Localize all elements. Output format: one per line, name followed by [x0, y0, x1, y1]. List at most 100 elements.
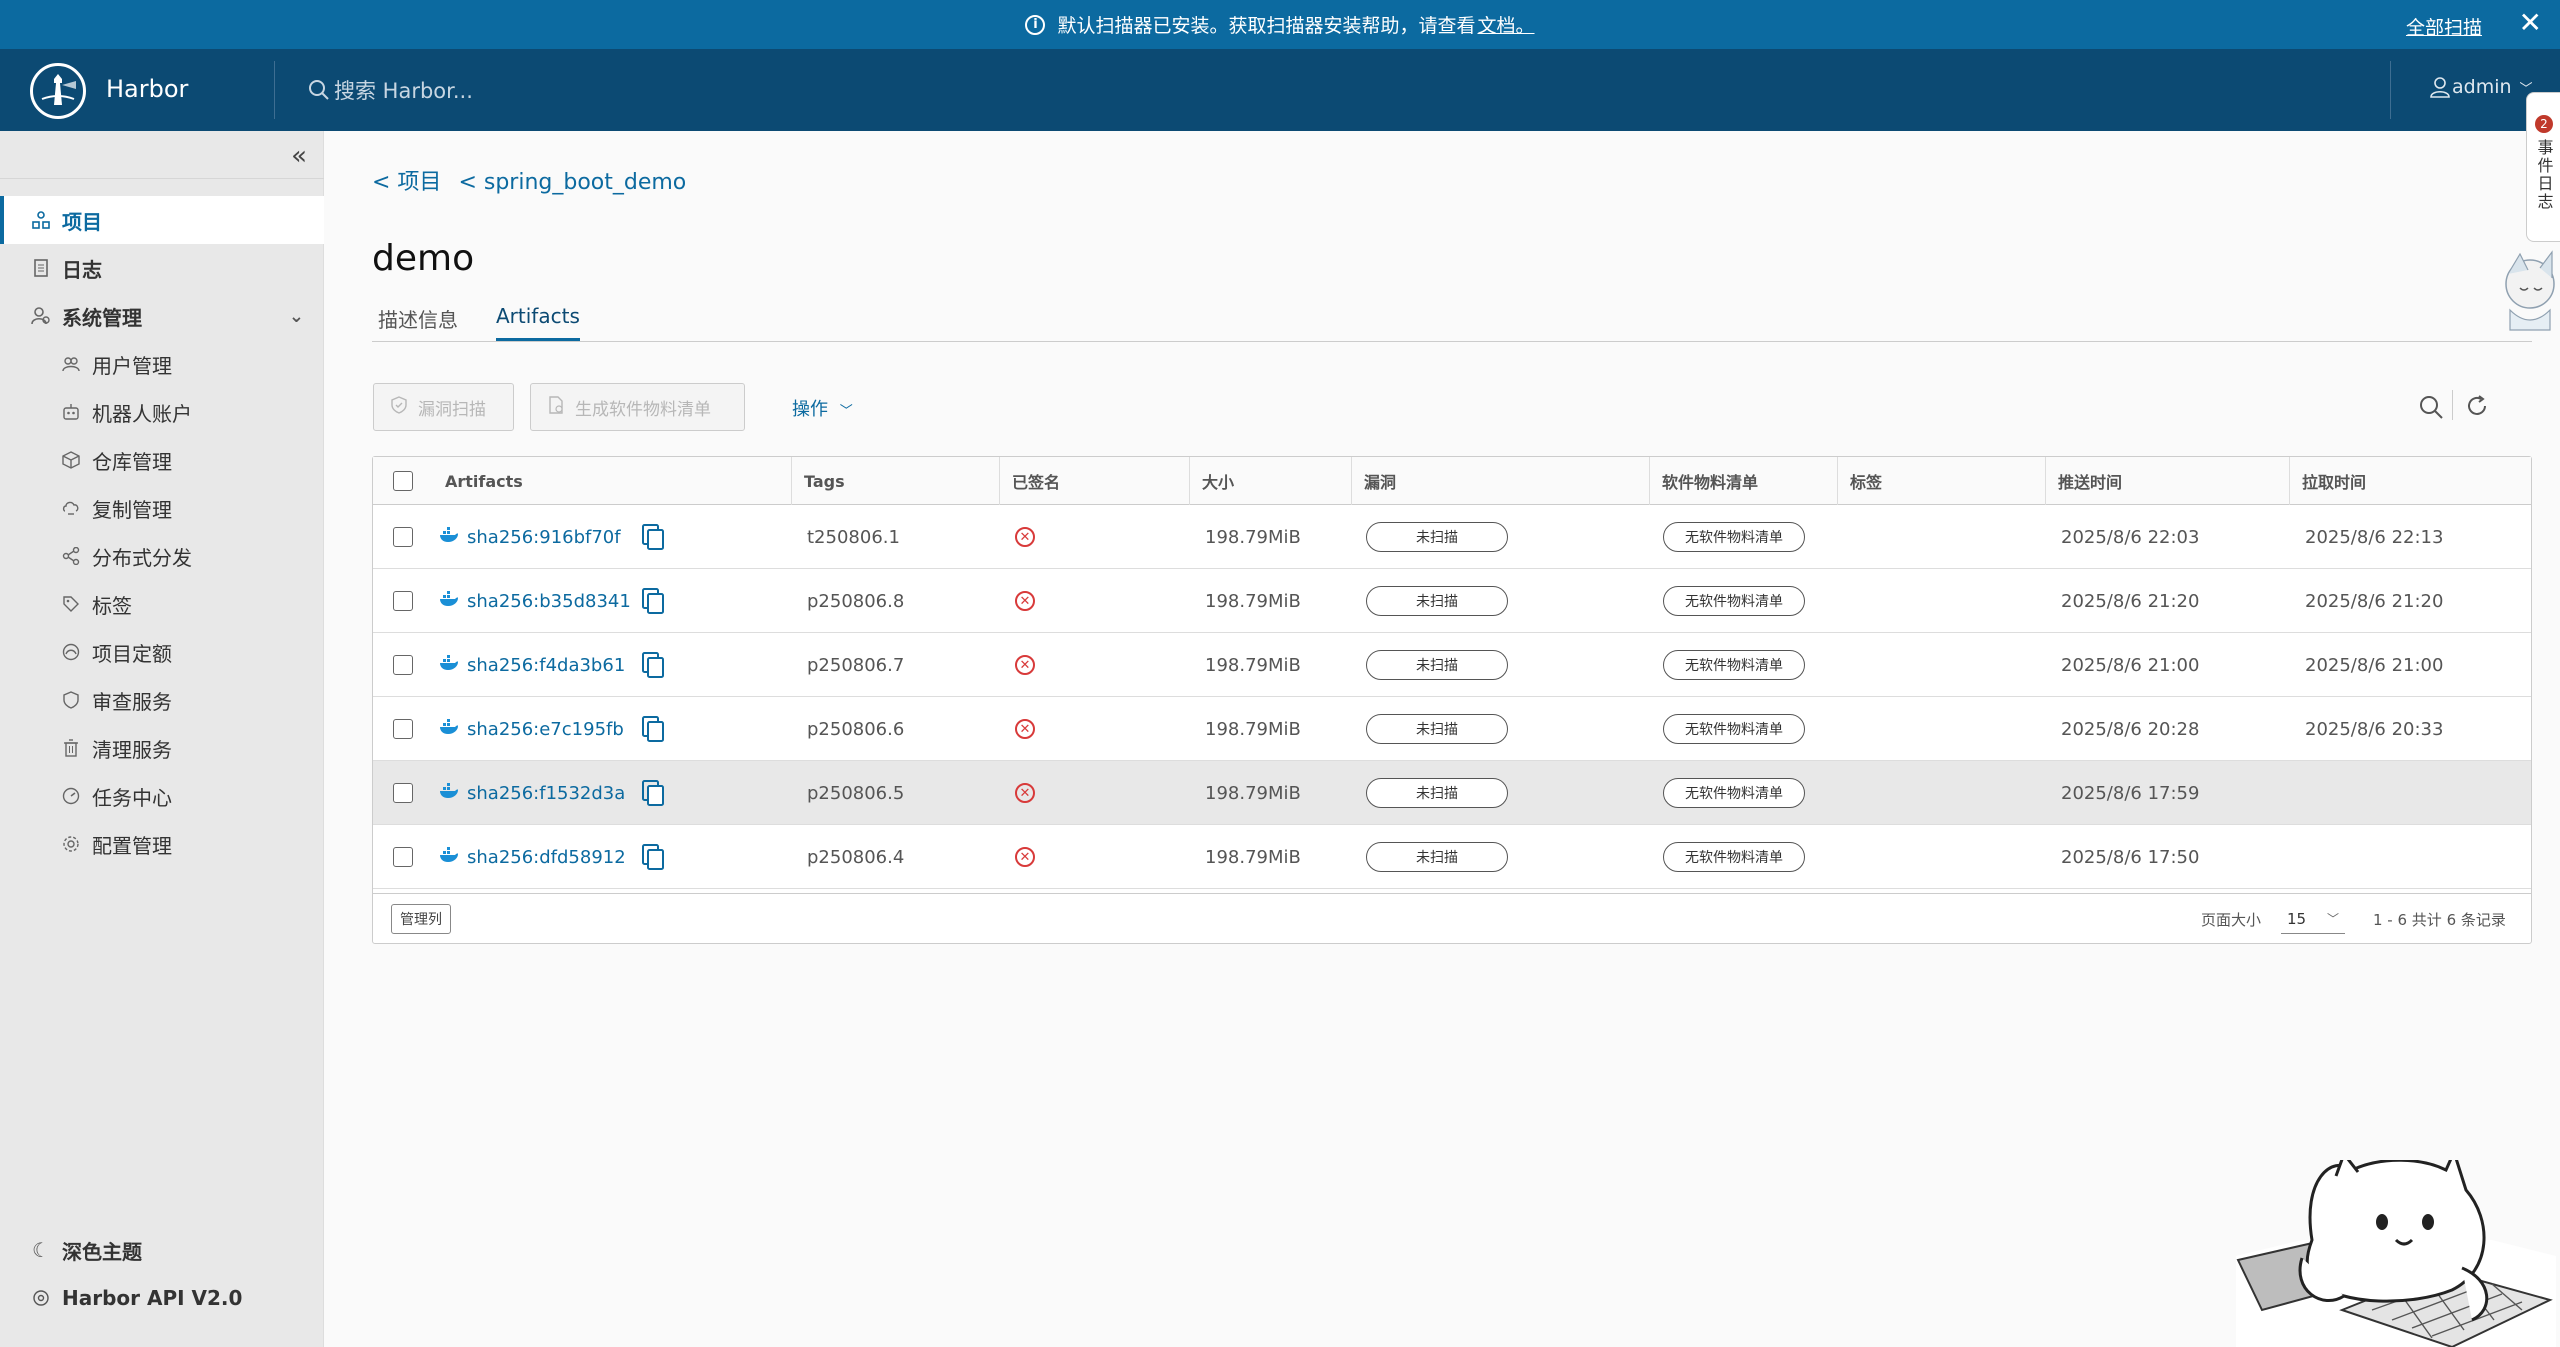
manage-columns-button[interactable]: 管理列 — [391, 904, 451, 934]
col-signed[interactable]: 已签名 — [999, 457, 1189, 505]
sidebar-item-registries[interactable]: 仓库管理 — [0, 436, 324, 484]
docker-icon — [439, 526, 459, 548]
document-gear-icon — [547, 395, 565, 419]
sidebar-item-admin[interactable]: 系统管理 ⌄ — [0, 292, 324, 340]
copy-icon[interactable] — [641, 779, 665, 812]
row-checkbox[interactable] — [393, 847, 413, 867]
generate-sbom-button[interactable]: 生成软件物料清单 — [530, 383, 745, 431]
artifact-digest-link[interactable]: sha256:dfd58912 — [467, 847, 626, 868]
trash-icon — [60, 737, 82, 759]
artifact-digest-link[interactable]: sha256:e7c195fb — [467, 719, 624, 740]
row-checkbox[interactable] — [393, 783, 413, 803]
api-label: Harbor API V2.0 — [62, 1286, 243, 1310]
col-tags[interactable]: Tags — [791, 457, 999, 505]
sidebar-item-robots[interactable]: 机器人账户 — [0, 388, 324, 436]
sidebar-item-configuration[interactable]: 配置管理 — [0, 820, 324, 868]
refresh-icon[interactable] — [2464, 393, 2490, 423]
tab-info[interactable]: 描述信息 — [378, 304, 458, 343]
table-row[interactable]: sha256:916bf70f t250806.1 ✕ 198.79MiB 未扫描 无软件… — [373, 505, 2531, 569]
actions-dropdown[interactable]: 操作 ﹀ — [792, 395, 853, 421]
page-size-label: 页面大小 — [2201, 911, 2262, 929]
col-sbom[interactable]: 软件物料清单 — [1649, 457, 1837, 505]
banner-message: 默认扫描器已安装。获取扫描器安装帮助，请查看 — [1057, 15, 1476, 37]
table-row[interactable]: sha256:dfd58912 p250806.4 ✕ 198.79MiB 未扫描 无软件… — [373, 825, 2531, 889]
copy-icon[interactable] — [641, 651, 665, 684]
artifact-digest-link[interactable]: sha256:f1532d3a — [467, 783, 625, 804]
sidebar-item-cleanup[interactable]: 清理服务 — [0, 724, 324, 772]
info-icon: i — [1025, 14, 1046, 35]
sidebar-item-distributions[interactable]: 分布式分发 — [0, 532, 324, 580]
event-log-tab[interactable]: 2 事件日志 — [2526, 92, 2560, 242]
moon-icon: ☾ — [32, 1238, 50, 1262]
sidebar-item-replications[interactable]: 复制管理 — [0, 484, 324, 532]
chevron-down-icon[interactable]: ⌄ — [289, 306, 304, 327]
breadcrumb-projects[interactable]: < 项目 — [372, 170, 441, 195]
copy-icon[interactable] — [641, 523, 665, 556]
docs-link[interactable]: 文档。 — [1478, 11, 1535, 38]
global-search[interactable]: 搜索 Harbor... — [308, 75, 473, 105]
harbor-logo[interactable] — [30, 63, 86, 119]
tab-artifacts[interactable]: Artifacts — [496, 304, 580, 341]
col-vulnerabilities[interactable]: 漏洞 — [1351, 457, 1649, 505]
dark-theme-toggle[interactable]: ☾ 深色主题 — [0, 1226, 324, 1274]
col-pull-time[interactable]: 拉取时间 — [2289, 457, 2533, 505]
page-size-select[interactable]: 15 ﹀ — [2281, 904, 2345, 934]
select-all-checkbox[interactable] — [393, 471, 413, 491]
user-menu[interactable]: admin ﹀ — [2428, 75, 2533, 99]
tag-cell: p250806.4 — [807, 846, 905, 868]
close-icon[interactable]: ✕ — [2519, 8, 2542, 38]
row-checkbox[interactable] — [393, 527, 413, 547]
size-cell: 198.79MiB — [1205, 718, 1301, 740]
col-labels[interactable]: 标签 — [1837, 457, 2045, 505]
api-link[interactable]: Harbor API V2.0 — [0, 1274, 324, 1322]
sidebar-item-quotas[interactable]: 项目定额 — [0, 628, 324, 676]
breadcrumb-repo[interactable]: < spring_boot_demo — [458, 170, 686, 195]
artifact-digest-link[interactable]: sha256:916bf70f — [467, 527, 621, 548]
size-cell: 198.79MiB — [1205, 654, 1301, 676]
header-divider — [274, 61, 275, 119]
col-push-time[interactable]: 推送时间 — [2045, 457, 2289, 505]
row-checkbox[interactable] — [393, 591, 413, 611]
sidebar-item-label: 任务中心 — [92, 785, 172, 810]
scan-all-link[interactable]: 全部扫描 — [2406, 13, 2482, 40]
sidebar-item-job-center[interactable]: 任务中心 — [0, 772, 324, 820]
artifact-digest-link[interactable]: sha256:f4da3b61 — [467, 655, 625, 676]
sidebar-item-logs[interactable]: 日志 — [0, 244, 324, 292]
copy-icon[interactable] — [641, 715, 665, 748]
copy-icon[interactable] — [641, 587, 665, 620]
shield-check-icon — [390, 395, 408, 419]
sidebar-item-projects[interactable]: 项目 — [0, 196, 324, 244]
row-select-cell — [373, 825, 433, 889]
push-time-cell: 2025/8/6 17:59 — [2061, 782, 2200, 804]
table-search-icon[interactable] — [2418, 394, 2444, 424]
table-row[interactable]: sha256:f1532d3a p250806.5 ✕ 198.79MiB 未扫描 无软件… — [373, 761, 2531, 825]
sidebar-divider — [0, 178, 324, 179]
sbom-cell: 无软件物料清单 — [1663, 633, 1823, 697]
scan-button[interactable]: 漏洞扫描 — [373, 383, 514, 431]
table-row[interactable]: sha256:b35d8341 p250806.8 ✕ 198.79MiB 未扫描 无软件… — [373, 569, 2531, 633]
pull-time-cell — [2305, 761, 2525, 825]
row-checkbox[interactable] — [393, 655, 413, 675]
collapse-sidebar-icon[interactable]: « — [291, 141, 307, 171]
quota-icon — [60, 641, 82, 663]
sidebar-item-users[interactable]: 用户管理 — [0, 340, 324, 388]
robot-icon — [60, 401, 82, 423]
page-title: demo — [372, 238, 475, 279]
sidebar-item-labels[interactable]: 标签 — [0, 580, 324, 628]
copy-icon[interactable] — [641, 843, 665, 876]
event-log-label: 事件日志 — [2534, 139, 2554, 211]
row-select-cell — [373, 697, 433, 761]
toolbar-divider — [2452, 390, 2453, 420]
dashboard-icon — [60, 785, 82, 807]
unsigned-x-icon: ✕ — [1015, 783, 1035, 803]
table-row[interactable]: sha256:e7c195fb p250806.6 ✕ 198.79MiB 未扫描 无软件… — [373, 697, 2531, 761]
table-row[interactable]: sha256:f4da3b61 p250806.7 ✕ 198.79MiB 未扫描 无软件… — [373, 633, 2531, 697]
push-time-cell: 2025/8/6 21:20 — [2061, 590, 2200, 612]
artifact-digest-link[interactable]: sha256:b35d8341 — [467, 591, 631, 612]
row-checkbox[interactable] — [393, 719, 413, 739]
sbom-status-badge: 无软件物料清单 — [1663, 778, 1805, 808]
col-size[interactable]: 大小 — [1189, 457, 1351, 505]
col-artifacts[interactable]: Artifacts — [433, 457, 793, 505]
unsigned-x-icon: ✕ — [1015, 719, 1035, 739]
sidebar-item-interrogation[interactable]: 审查服务 — [0, 676, 324, 724]
